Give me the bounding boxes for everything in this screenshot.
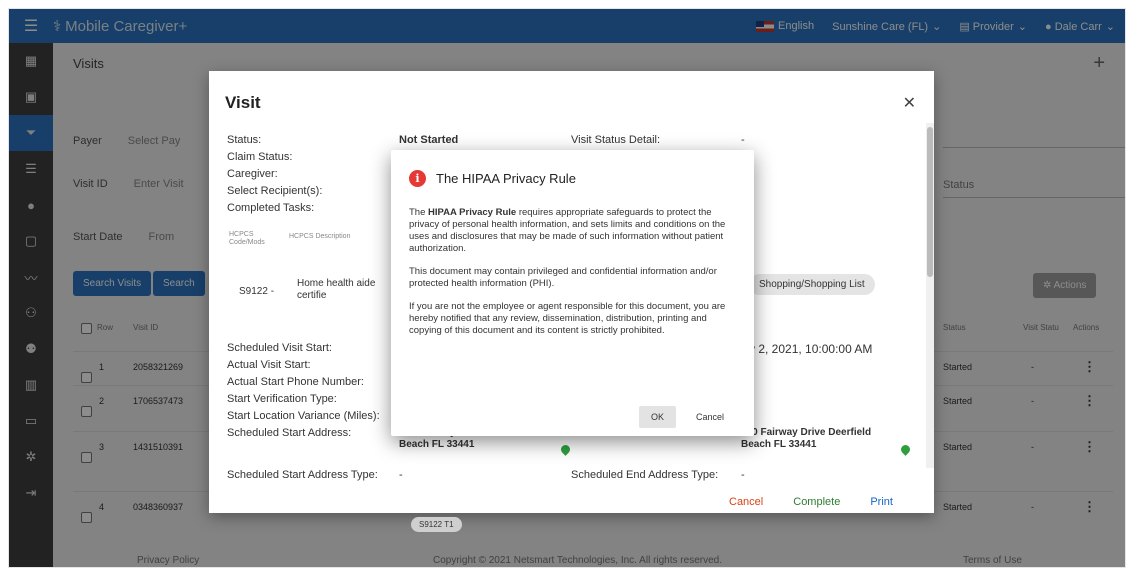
- scheduled-end-type-label: Scheduled End Address Type:: [571, 469, 719, 481]
- visit-status-detail-value: -: [741, 134, 745, 146]
- start-verification-type-label: Start Verification Type:: [227, 393, 337, 405]
- start-location-variance-label: Start Location Variance (Miles):: [227, 410, 380, 422]
- scheduled-end-type-value: -: [741, 469, 745, 481]
- scheduled-visit-start-label: Scheduled Visit Start:: [227, 342, 332, 354]
- task-chip[interactable]: Shopping/Shopping List: [749, 274, 875, 295]
- claim-status-label: Claim Status:: [227, 151, 293, 163]
- status-value: Not Started: [399, 134, 459, 146]
- visit-scrollbar[interactable]: [926, 123, 934, 468]
- visit-dialog-actions: Cancel Complete Print: [729, 496, 893, 508]
- app-window: ☰ ⚕ Mobile Caregiver+ English Sunshine C…: [8, 8, 1126, 568]
- hipaa-dialog: i The HIPAA Privacy Rule The HIPAA Priva…: [391, 150, 754, 436]
- map-pin-icon[interactable]: [559, 443, 572, 456]
- hipaa-paragraph-3: If you are not the employee or agent res…: [409, 301, 726, 336]
- visit-dialog-title: Visit: [225, 93, 261, 112]
- hcpcs-description-value: Home health aide certifie: [297, 278, 376, 301]
- close-icon[interactable]: ✕: [903, 93, 916, 113]
- hcpcs-description-header: HCPCS Description: [289, 233, 351, 240]
- scheduled-start-type-label: Scheduled Start Address Type:: [227, 469, 378, 481]
- caregiver-label: Caregiver:: [227, 168, 278, 180]
- hcpcs-code-header: HCPCS Code/Mods: [229, 231, 265, 246]
- hipaa-cancel-button[interactable]: Cancel: [684, 406, 736, 428]
- actual-start-phone-label: Actual Start Phone Number:: [227, 376, 364, 388]
- status-label: Status:: [227, 134, 262, 146]
- info-icon: i: [409, 170, 426, 187]
- hipaa-paragraph-2: This document may contain privileged and…: [409, 266, 717, 289]
- scheduled-end-address-value: 800 Fairway Drive Deerfield Beach FL 334…: [741, 427, 872, 450]
- scheduled-start-address-label: Scheduled Start Address:: [227, 427, 352, 439]
- hcpcs-code-value: S9122 -: [239, 286, 275, 297]
- scrollbar-thumb[interactable]: [927, 127, 933, 277]
- print-button[interactable]: Print: [870, 496, 893, 508]
- complete-button[interactable]: Complete: [793, 496, 840, 508]
- completed-tasks-label: Completed Tasks:: [227, 202, 315, 214]
- select-recipients-label: Select Recipient(s):: [227, 185, 323, 197]
- hipaa-rule-bold: HIPAA Privacy Rule: [428, 207, 517, 218]
- hipaa-dialog-body: The HIPAA Privacy Rule requires appropri…: [409, 207, 741, 348]
- map-pin-icon[interactable]: [899, 443, 912, 456]
- scheduled-start-type-value: -: [399, 469, 403, 481]
- visit-status-detail-label: Visit Status Detail:: [571, 134, 661, 146]
- hipaa-paragraph-1-start: The: [409, 207, 429, 218]
- hipaa-dialog-title: The HIPAA Privacy Rule: [436, 171, 576, 186]
- actual-visit-start-label: Actual Visit Start:: [227, 359, 311, 371]
- cancel-button[interactable]: Cancel: [729, 496, 763, 508]
- ok-button[interactable]: OK: [638, 406, 676, 428]
- scheduled-visit-start-value: v 2, 2021, 10:00:00 AM: [749, 342, 873, 356]
- task-code-chip: S9122 T1: [411, 517, 462, 532]
